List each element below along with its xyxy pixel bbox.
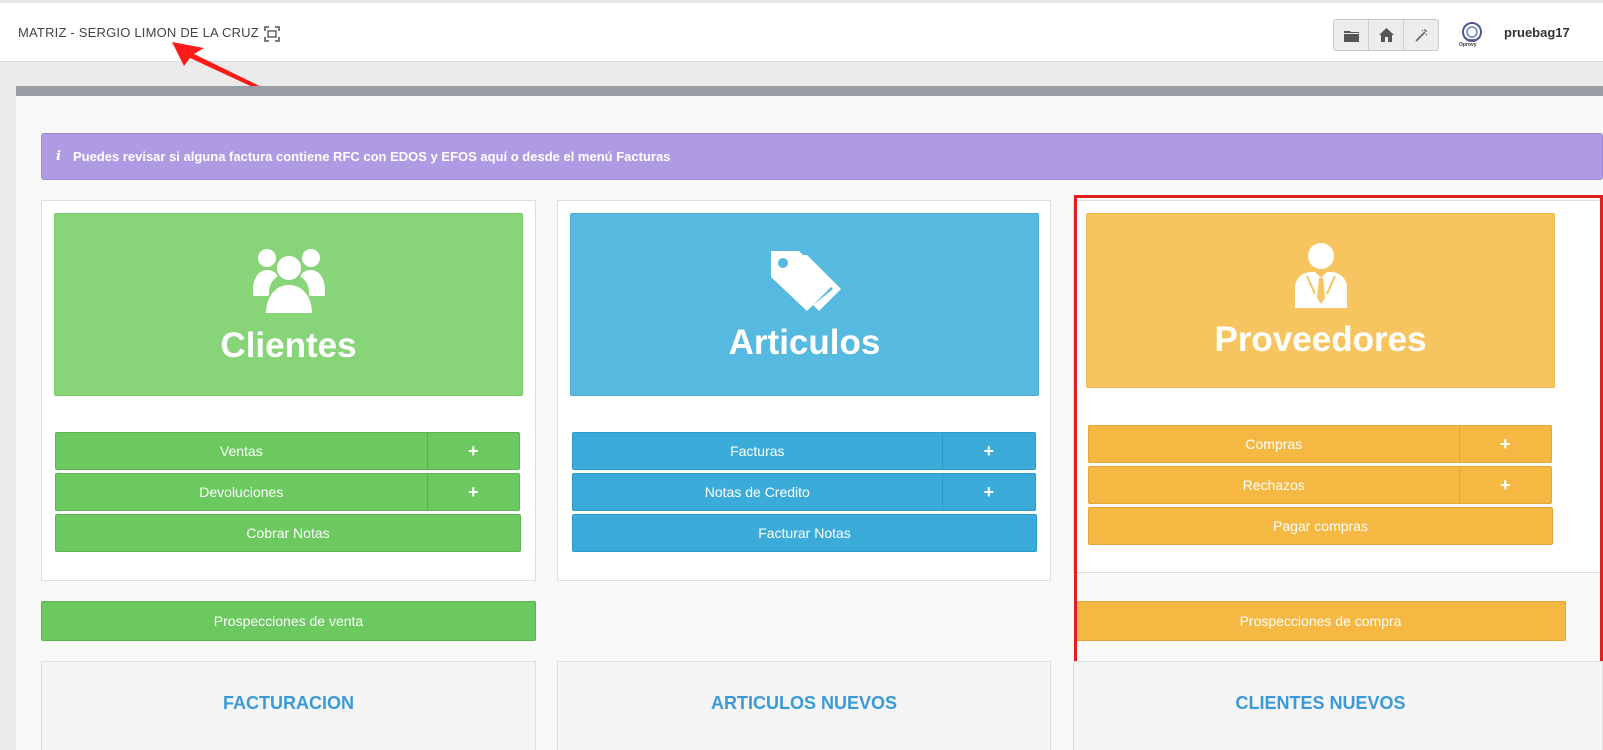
facturar-notas-row: Facturar Notas <box>572 514 1037 552</box>
articulos-nuevos-title: ARTICULOS NUEVOS <box>710 693 897 713</box>
devoluciones-row: Devoluciones + <box>55 473 520 511</box>
cobrar-notas-row: Cobrar Notas <box>55 514 521 552</box>
facturacion-title: FACTURACION <box>223 693 354 713</box>
add-venta-button[interactable]: + <box>426 433 519 469</box>
prospecciones-compra-button[interactable]: Prospecciones de compra <box>1076 602 1565 640</box>
proveedores-title: Proveedores <box>1214 319 1427 359</box>
add-rechazo-button[interactable]: + <box>1458 467 1551 503</box>
facturas-row: Facturas + <box>572 432 1036 470</box>
prospecciones-venta-button[interactable]: Prospecciones de venta <box>42 602 535 640</box>
businessman-icon <box>1294 242 1347 308</box>
rechazos-button[interactable]: Rechazos <box>1089 467 1459 503</box>
notas-credito-row: Notas de Credito + <box>572 473 1036 511</box>
folder-button[interactable] <box>1334 20 1369 50</box>
add-factura-button[interactable]: + <box>941 433 1035 469</box>
info-icon: i <box>56 149 61 164</box>
clientes-nuevos-title: CLIENTES NUEVOS <box>1235 693 1406 713</box>
rechazos-row: Rechazos + <box>1088 466 1552 504</box>
ventas-button[interactable]: Ventas <box>56 433 427 469</box>
pagar-compras-row: Pagar compras <box>1088 507 1553 545</box>
alert-text: Puedes revisar si alguna factura contien… <box>72 149 671 164</box>
devoluciones-button[interactable]: Devoluciones <box>56 474 427 510</box>
add-nota-credito-button[interactable]: + <box>941 474 1035 510</box>
pagar-compras-button[interactable]: Pagar compras <box>1089 508 1552 544</box>
ventas-row: Ventas + <box>55 432 520 470</box>
add-compra-button[interactable]: + <box>1458 426 1551 462</box>
magic-wand-button[interactable] <box>1404 20 1438 50</box>
info-alert[interactable]: i Puedes revisar si alguna factura conti… <box>41 133 1603 180</box>
home-icon <box>1378 28 1394 42</box>
facturar-notas-button[interactable]: Facturar Notas <box>573 515 1036 551</box>
facturas-button[interactable]: Facturas <box>573 433 942 469</box>
home-button[interactable] <box>1369 20 1404 50</box>
tags-icon <box>770 250 841 311</box>
logo-text: Oprovy <box>1459 42 1477 48</box>
articulos-tile[interactable]: Articulos <box>570 213 1039 396</box>
prospecciones-venta-row: Prospecciones de venta <box>41 601 536 641</box>
prospecciones-compra-row: Prospecciones de compra <box>1075 601 1566 641</box>
notas-credito-button[interactable]: Notas de Credito <box>573 474 942 510</box>
username[interactable]: pruebag17 <box>1504 25 1570 40</box>
clientes-title: Clientes <box>220 325 357 365</box>
folder-icon <box>1343 30 1359 42</box>
magic-wand-icon <box>1414 28 1427 42</box>
compras-button[interactable]: Compras <box>1089 426 1459 462</box>
proveedores-tile[interactable]: Proveedores <box>1086 213 1555 388</box>
add-devolucion-button[interactable]: + <box>426 474 519 510</box>
clientes-tile[interactable]: Clientes <box>54 213 523 396</box>
cobrar-notas-button[interactable]: Cobrar Notas <box>56 515 520 551</box>
articulos-title: Articulos <box>728 322 881 362</box>
compras-row: Compras + <box>1088 425 1552 463</box>
users-icon <box>252 248 325 315</box>
panel-header-stripe <box>16 86 1603 96</box>
toolbar-button-group <box>1333 19 1439 51</box>
